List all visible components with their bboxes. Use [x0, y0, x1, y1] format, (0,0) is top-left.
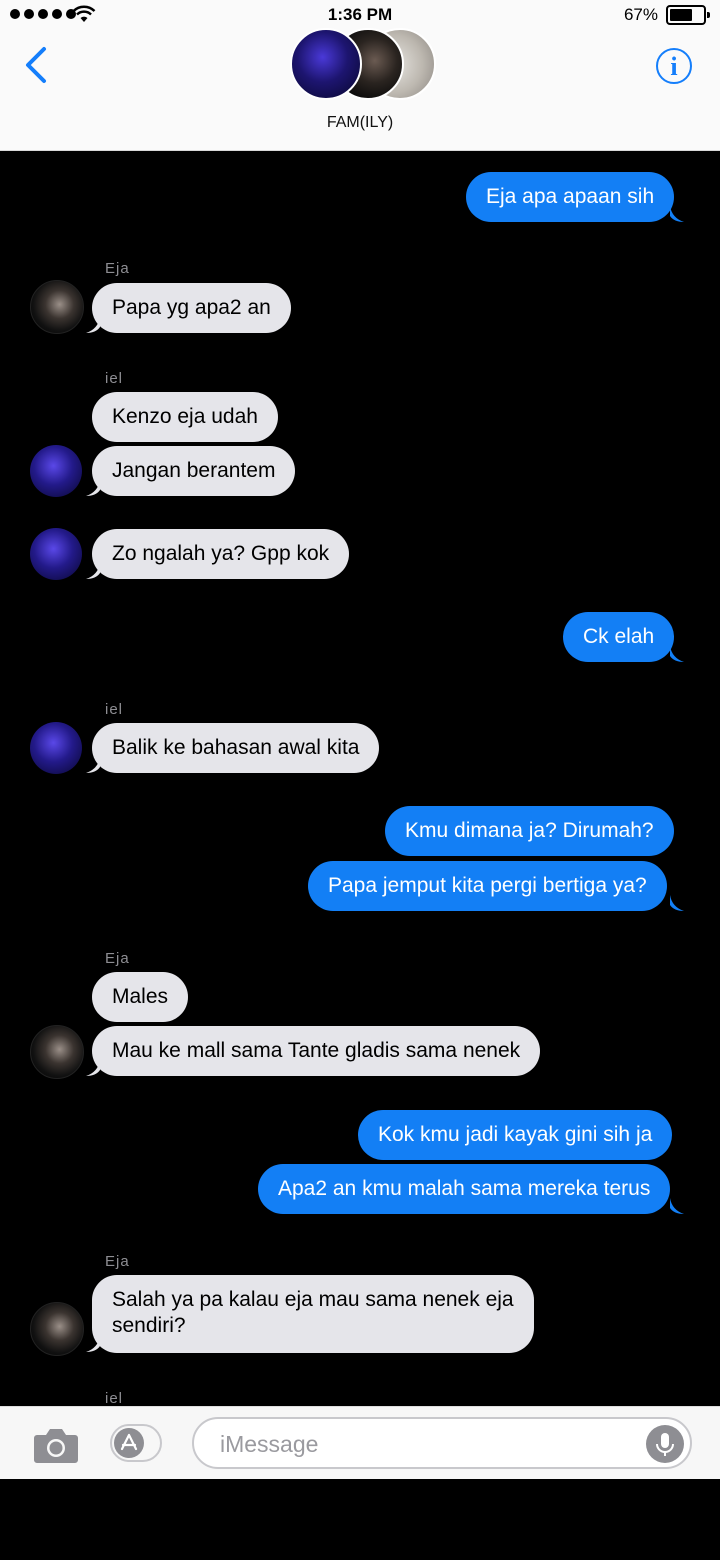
- message-outgoing[interactable]: Ck elah: [563, 612, 675, 662]
- message-outgoing[interactable]: Kmu dimana ja? Dirumah?: [385, 806, 674, 856]
- message-outgoing[interactable]: Kok kmu jadi kayak gini sih ja: [358, 1110, 673, 1160]
- battery-percentage: 67%: [623, 5, 658, 24]
- bubble-tail: [86, 317, 100, 333]
- status-bar: 1:36 PM 67%: [0, 0, 720, 30]
- message-line: sendiri?: [112, 1314, 186, 1337]
- message-incoming[interactable]: Balik ke bahasan awal kita: [92, 723, 380, 773]
- message-incoming[interactable]: Mau ke mall sama Tante gladis sama nenek: [92, 1026, 541, 1076]
- sender-name: iel: [105, 1390, 124, 1407]
- bottom-area: [0, 1479, 720, 1560]
- message-incoming[interactable]: Zo ngalah ya? Gpp kok: [92, 529, 350, 579]
- message-incoming[interactable]: Males: [92, 972, 189, 1022]
- sender-name: Eja: [105, 950, 130, 967]
- bubble-tail: [670, 646, 684, 662]
- bubble-tail: [86, 480, 100, 496]
- bubble-tail: [670, 206, 684, 222]
- microphone-icon[interactable]: [646, 1425, 684, 1463]
- message-input[interactable]: [218, 1429, 642, 1459]
- group-avatars[interactable]: [288, 28, 438, 100]
- sender-name: iel: [105, 701, 124, 718]
- conversation-header: 1:36 PM 67% FAM(ILY) i: [0, 0, 720, 151]
- sender-name: iel: [105, 370, 124, 387]
- battery-icon: [666, 5, 710, 25]
- app-store-button[interactable]: [110, 1424, 162, 1462]
- message-input-bar: [0, 1406, 720, 1479]
- message-incoming[interactable]: Kenzo eja udah: [92, 392, 278, 442]
- avatar-iel[interactable]: [30, 528, 82, 580]
- status-time: 1:36 PM: [327, 5, 393, 24]
- message-outgoing[interactable]: Eja apa apaan sih: [466, 172, 675, 222]
- app-store-icon: [114, 1428, 144, 1458]
- sender-name: Eja: [105, 1253, 130, 1270]
- imessage-field[interactable]: [192, 1417, 692, 1469]
- bubble-tail: [670, 895, 684, 911]
- group-avatar-1: [290, 28, 362, 100]
- message-outgoing[interactable]: Papa jemput kita pergi bertiga ya?: [308, 861, 667, 911]
- camera-icon[interactable]: [33, 1427, 79, 1463]
- avatar-iel[interactable]: [30, 722, 82, 774]
- info-icon[interactable]: i: [656, 48, 692, 84]
- message-incoming[interactable]: Salah ya pa kalau eja mau sama nenek eja…: [92, 1275, 534, 1353]
- group-name[interactable]: FAM(ILY): [0, 114, 720, 132]
- message-incoming[interactable]: Jangan berantem: [92, 446, 296, 496]
- message-incoming[interactable]: Papa yg apa2 an: [92, 283, 291, 333]
- bubble-tail: [86, 563, 100, 579]
- back-chevron-icon[interactable]: [22, 45, 50, 85]
- message-line: Salah ya pa kalau eja mau sama nenek eja: [112, 1288, 514, 1311]
- bubble-tail: [86, 1336, 100, 1352]
- avatar-eja[interactable]: [30, 1302, 84, 1356]
- bubble-tail: [86, 757, 100, 773]
- sender-name: Eja: [105, 260, 130, 277]
- avatar-eja[interactable]: [30, 280, 84, 334]
- avatar-eja[interactable]: [30, 1025, 84, 1079]
- message-outgoing[interactable]: Apa2 an kmu malah sama mereka terus: [258, 1164, 671, 1214]
- avatar-iel[interactable]: [30, 445, 82, 497]
- bubble-tail: [86, 1060, 100, 1076]
- bubble-tail: [670, 1198, 684, 1214]
